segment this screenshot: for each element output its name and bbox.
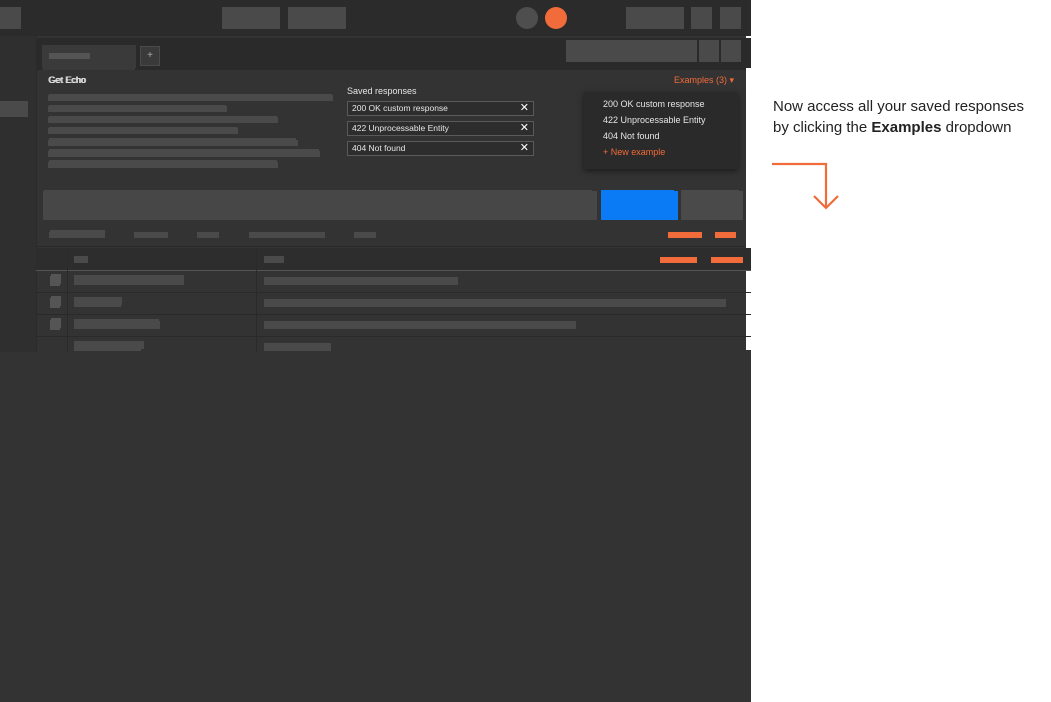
front-header-icon-button[interactable] — [691, 7, 712, 29]
front-text-line — [48, 128, 238, 134]
annotation-line-1: Now access all your saved responses — [773, 98, 1024, 115]
front-header-button[interactable] — [626, 7, 684, 29]
front-header-icon-button[interactable] — [720, 7, 741, 29]
front-text-line — [48, 140, 298, 146]
front-section-tab[interactable] — [354, 232, 376, 238]
front-section-tab[interactable] — [49, 232, 105, 238]
example-item[interactable]: 200 OK custom response — [603, 99, 705, 109]
front-row-checkbox[interactable] — [50, 298, 60, 308]
front-text-line — [48, 95, 333, 101]
remove-saved-response-icon[interactable]: ✕ — [520, 141, 529, 154]
saved-response-item[interactable]: 200 OK custom response ✕ — [347, 101, 534, 116]
front-env-icon-button[interactable] — [721, 40, 741, 62]
annotation-prefix: by clicking the — [773, 119, 872, 136]
front-orange-action[interactable] — [715, 232, 736, 238]
front-sidebar-item[interactable] — [0, 101, 28, 117]
remove-saved-response-icon[interactable]: ✕ — [520, 101, 529, 114]
new-example-link[interactable]: + New example — [603, 147, 665, 157]
front-row-value — [264, 299, 726, 307]
saved-response-item[interactable]: 404 Not found ✕ — [347, 141, 534, 156]
saved-response-label: 422 Unprocessable Entity — [352, 123, 449, 133]
front-table-divider — [36, 270, 751, 271]
saved-responses-heading: Saved responses — [347, 86, 417, 96]
example-item[interactable]: 404 Not found — [603, 131, 660, 141]
front-row-value — [264, 343, 331, 351]
examples-dropdown-menu: 200 OK custom response 422 Unprocessable… — [584, 92, 738, 169]
front-text-line — [48, 151, 320, 157]
back-table-divider — [36, 246, 746, 247]
front-table-header — [36, 248, 751, 270]
front-app-window: + Get Echo Examples (3) ▾ 200 OK custom … — [0, 0, 751, 702]
front-row-divider — [36, 292, 751, 293]
front-text-line — [48, 162, 278, 168]
front-request-title: Get Echo — [48, 75, 86, 85]
front-section-tab[interactable] — [249, 232, 325, 238]
front-tab-label-placeholder — [49, 53, 90, 59]
annotation-bold: Examples — [871, 119, 942, 136]
front-env-icon-button[interactable] — [699, 40, 719, 62]
saved-response-label: 404 Not found — [352, 143, 406, 153]
remove-saved-response-icon[interactable]: ✕ — [520, 121, 529, 134]
front-environment-selector[interactable] — [566, 40, 697, 62]
annotation-line-2: by clicking the Examples dropdown — [773, 117, 1051, 138]
front-row-key — [74, 321, 160, 329]
front-row-key — [74, 343, 141, 351]
saved-response-item[interactable]: 422 Unprocessable Entity ✕ — [347, 121, 534, 136]
front-row-value — [264, 321, 576, 329]
front-row-divider — [36, 314, 751, 315]
arrow-down-icon — [772, 162, 839, 210]
front-header-button[interactable] — [288, 7, 346, 29]
front-orange-action[interactable] — [660, 257, 697, 263]
front-status-dot-orange — [545, 7, 567, 29]
front-text-line — [48, 106, 227, 112]
front-row-key — [74, 299, 121, 307]
saved-response-label: 200 OK custom response — [352, 103, 448, 113]
front-header-placeholder-left[interactable] — [0, 7, 21, 29]
front-row-value — [264, 277, 458, 285]
front-orange-action[interactable] — [668, 232, 702, 238]
annotation-text: Now access all your saved responses by c… — [773, 96, 1051, 138]
examples-dropdown[interactable]: Examples (3) ▾ — [674, 75, 734, 86]
front-tab[interactable] — [42, 45, 136, 68]
front-save-button[interactable] — [685, 191, 743, 220]
front-section-tab[interactable] — [197, 232, 219, 238]
front-new-tab-button[interactable]: + — [140, 46, 160, 66]
front-table-header-cell — [264, 256, 284, 263]
front-url-input[interactable] — [43, 191, 597, 220]
example-item[interactable]: 422 Unprocessable Entity — [603, 115, 706, 125]
front-section-tab[interactable] — [134, 232, 168, 238]
front-table-header-cell — [74, 256, 88, 263]
front-sidebar — [0, 36, 37, 352]
front-row-checkbox[interactable] — [50, 320, 60, 330]
annotation-suffix: dropdown — [941, 119, 1012, 136]
front-header-button[interactable] — [222, 7, 280, 29]
front-row-key — [74, 277, 184, 285]
front-text-line — [48, 117, 278, 123]
front-status-dot-grey — [516, 7, 538, 29]
front-row-divider — [36, 336, 751, 337]
front-send-button[interactable] — [605, 191, 678, 220]
front-row-checkbox[interactable] — [50, 276, 60, 286]
front-orange-action[interactable] — [711, 257, 743, 263]
